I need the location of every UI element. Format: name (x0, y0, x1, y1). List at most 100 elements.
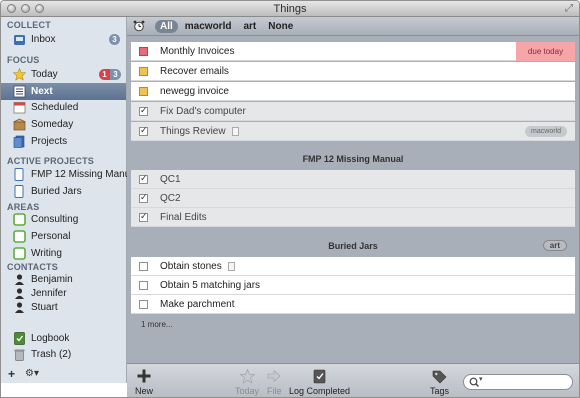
task-title: Things Review (160, 125, 226, 137)
today-button[interactable]: Today (235, 368, 259, 396)
trash-icon (13, 348, 26, 361)
alarm-clock-icon[interactable] (133, 20, 145, 32)
search-field[interactable]: ▾ (463, 374, 573, 390)
note-icon (227, 261, 235, 271)
new-button[interactable]: New (135, 368, 153, 396)
today-count-badge: 3 (110, 69, 121, 80)
tags-button-label: Tags (430, 386, 450, 396)
task-title: Fix Dad's computer (160, 105, 246, 117)
next-list-icon (13, 85, 26, 98)
tag-filter-all[interactable]: All (155, 19, 178, 33)
sidebar-item-contact[interactable]: Stuart (1, 299, 126, 316)
project-group-header[interactable]: FMP 12 Missing Manual (131, 150, 575, 168)
sidebar-item-area[interactable]: Writing (1, 245, 126, 262)
file-button-label: File (267, 386, 282, 396)
task-row[interactable]: Final Edits (131, 208, 575, 227)
sidebar-item-area[interactable]: Consulting (1, 211, 126, 228)
task-checkbox[interactable] (139, 86, 148, 96)
due-date-badge: due today (516, 42, 575, 61)
sidebar-item-today[interactable]: Today 1 3 (1, 66, 126, 83)
sidebar-item-logbook[interactable]: Logbook (1, 330, 126, 347)
task-title: newegg invoice (160, 85, 229, 97)
sidebar-item-project[interactable]: Buried Jars (1, 183, 126, 200)
task-title: Recover emails (160, 65, 229, 77)
sidebar-item-label: Stuart (31, 302, 58, 313)
tag-filter-bar: All macworld art None (127, 17, 579, 36)
sidebar-item-trash[interactable]: Trash (2) (1, 346, 126, 363)
task-checkbox[interactable] (139, 125, 148, 136)
sidebar-item-label: Someday (31, 119, 74, 130)
task-row[interactable]: Obtain 5 matching jars (131, 276, 575, 295)
task-title: QC1 (160, 173, 181, 185)
sidebar-item-label: Consulting (31, 214, 79, 225)
box-icon (13, 118, 26, 131)
project-group-header[interactable]: Buried Jars art (131, 237, 575, 255)
task-checkbox[interactable] (139, 46, 148, 56)
sidebar-item-scheduled[interactable]: Scheduled (1, 99, 126, 116)
inbox-count-badge: 3 (109, 34, 120, 45)
sidebar-item-inbox[interactable]: Inbox 3 (1, 31, 126, 48)
log-completed-label: Log Completed (289, 386, 351, 396)
task-checkbox[interactable] (139, 66, 148, 76)
gear-icon[interactable]: ⚙▾ (25, 368, 39, 379)
logbook-icon (312, 368, 327, 384)
note-icon (231, 126, 239, 136)
tags-button[interactable]: Tags (430, 368, 449, 396)
task-title: Obtain stones (160, 260, 222, 272)
tag-filter-art[interactable]: art (238, 20, 261, 33)
sidebar-item-area[interactable]: Personal (1, 228, 126, 245)
add-icon[interactable]: + (8, 367, 15, 381)
sidebar-item-label: Benjamin (31, 274, 73, 285)
fullscreen-icon[interactable]: ⤢ (565, 3, 573, 14)
sidebar-item-label: Writing (31, 248, 62, 259)
task-checkbox[interactable] (139, 192, 148, 203)
tag-filter-macworld[interactable]: macworld (180, 20, 237, 33)
bottom-toolbar: New Today File Log Completed Tags ▾ (127, 363, 579, 397)
task-row[interactable]: Fix Dad's computer (131, 102, 575, 121)
log-completed-button[interactable]: Log Completed (289, 368, 350, 396)
sidebar-item-label: Buried Jars (31, 186, 82, 197)
calendar-icon (13, 101, 26, 114)
sidebar-item-label: Today (31, 69, 58, 80)
sidebar-item-project[interactable]: FMP 12 Missing Manual (1, 166, 138, 183)
tag-filter-none[interactable]: None (263, 20, 298, 33)
sidebar-item-label: Personal (31, 231, 71, 242)
sidebar-item-label: Scheduled (31, 102, 79, 113)
task-row[interactable]: Monthly Invoices due today (131, 42, 575, 61)
task-list: Monthly Invoices due today Recover email… (127, 36, 579, 363)
focus-header: FOCUS (7, 55, 40, 65)
task-checkbox[interactable] (139, 105, 148, 116)
sidebar-item-label: Projects (31, 136, 68, 147)
area-icon (13, 213, 26, 226)
task-checkbox[interactable] (139, 211, 148, 222)
active-projects-header: ACTIVE PROJECTS (7, 156, 95, 166)
task-title: QC2 (160, 192, 181, 204)
task-row[interactable]: Recover emails (131, 62, 575, 81)
sidebar-item-projects[interactable]: Projects (1, 133, 126, 150)
things-window: Things ⤢ COLLECT Inbox 3 FOCUS Today 1 3… (0, 0, 580, 398)
show-more-link[interactable]: 1 more... (141, 320, 173, 329)
project-tag: art (542, 240, 567, 251)
task-checkbox[interactable] (139, 261, 148, 271)
task-row[interactable]: QC2 (131, 189, 575, 208)
task-tag: macworld (525, 126, 567, 137)
logbook-icon (13, 332, 26, 345)
task-checkbox[interactable] (139, 173, 148, 184)
task-checkbox[interactable] (139, 280, 148, 290)
sidebar-item-label: Inbox (31, 34, 56, 45)
sidebar: COLLECT Inbox 3 FOCUS Today 1 3 Next Sch… (1, 17, 138, 383)
task-row[interactable]: Obtain stones (131, 257, 575, 276)
search-dropdown-icon[interactable]: ▾ (479, 375, 483, 383)
sidebar-item-next[interactable]: Next (1, 83, 126, 100)
task-checkbox[interactable] (139, 299, 148, 309)
sidebar-item-someday[interactable]: Someday (1, 116, 126, 133)
task-row[interactable]: Make parchment (131, 295, 575, 314)
file-button[interactable]: File (267, 368, 282, 396)
inbox-icon (13, 33, 26, 46)
task-row[interactable]: newegg invoice (131, 82, 575, 101)
task-row[interactable]: Things Review macworld (131, 122, 575, 141)
task-title: Make parchment (160, 298, 235, 310)
task-row[interactable]: QC1 (131, 170, 575, 189)
sidebar-footer: + ⚙▾ (1, 367, 127, 383)
task-title: Final Edits (160, 211, 207, 223)
